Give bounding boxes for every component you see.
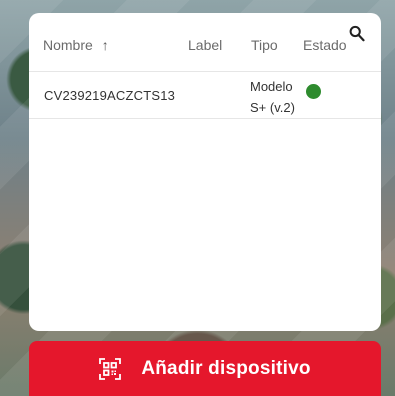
column-header-label[interactable]: Label	[188, 37, 222, 53]
status-indicator	[306, 84, 321, 99]
table-header: Nombre ↑ Label Tipo Estado	[29, 13, 381, 72]
search-icon[interactable]	[349, 25, 365, 43]
column-header-estado[interactable]: Estado	[303, 37, 347, 53]
add-device-label: Añadir dispositivo	[141, 357, 311, 379]
arrow-up-icon: ↑	[101, 37, 109, 53]
qr-scan-icon	[99, 357, 122, 380]
device-tipo-line1: Modelo	[250, 79, 293, 94]
add-device-button[interactable]: Añadir dispositivo	[29, 341, 381, 396]
devices-card: Nombre ↑ Label Tipo Estado CV239219ACZCT…	[29, 13, 381, 331]
device-tipo-line2: S+ (v.2)	[250, 100, 295, 115]
column-header-tipo[interactable]: Tipo	[251, 37, 278, 53]
column-header-name[interactable]: Nombre ↑	[43, 37, 109, 53]
device-name: CV239219ACZCTS13	[44, 88, 176, 103]
device-tipo: Modelo S+ (v.2)	[250, 76, 298, 118]
table-row[interactable]: CV239219ACZCTS13 Modelo S+ (v.2)	[29, 72, 381, 119]
column-header-name-label: Nombre	[43, 37, 93, 53]
